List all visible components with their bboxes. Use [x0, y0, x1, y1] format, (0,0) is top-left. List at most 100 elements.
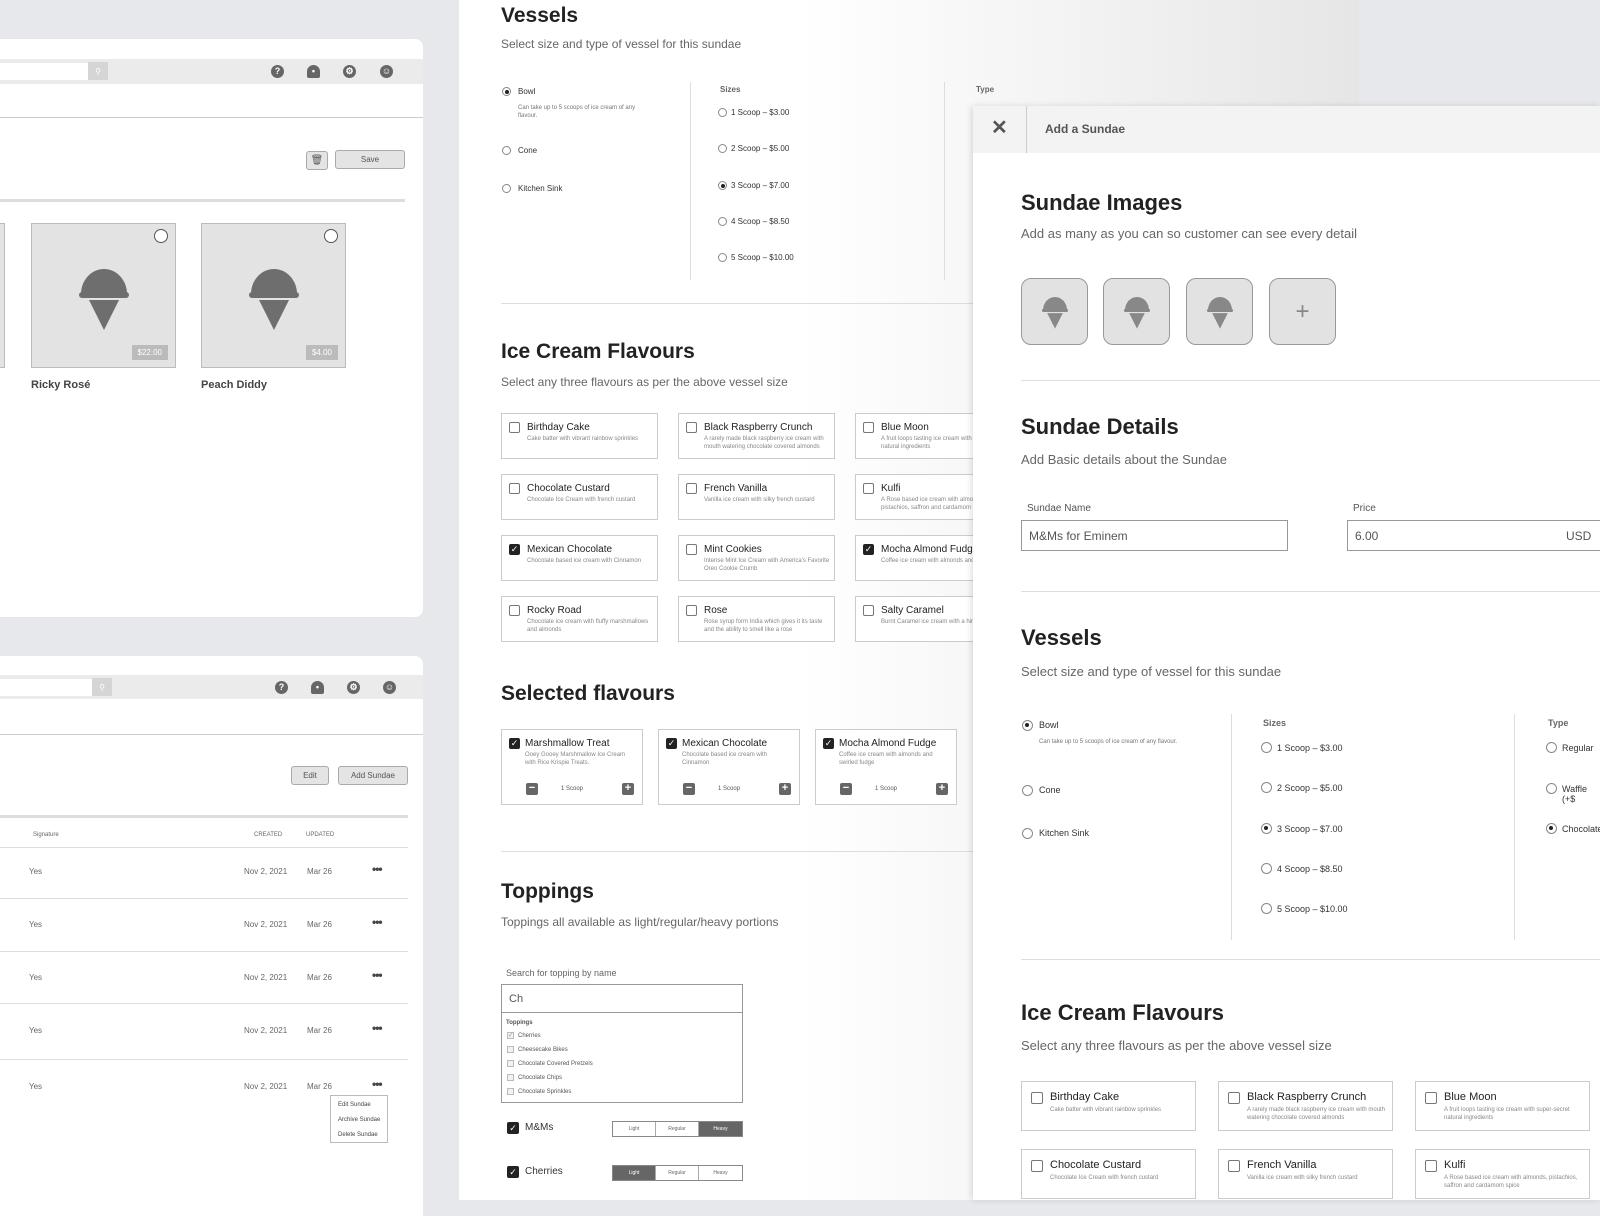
- search-input[interactable]: [0, 63, 88, 80]
- flavour-checkbox[interactable]: [686, 483, 697, 494]
- more-icon[interactable]: •••: [372, 1021, 383, 1035]
- sundae-name-input[interactable]: M&Ms for Eminem: [1021, 520, 1288, 551]
- save-button[interactable]: Save: [335, 150, 405, 169]
- portion-option[interactable]: Light: [613, 1166, 656, 1180]
- size-radio[interactable]: [718, 144, 727, 153]
- gear-icon[interactable]: ⚙: [347, 681, 360, 694]
- size-radio[interactable]: [718, 253, 727, 262]
- add-image-button[interactable]: +: [1269, 278, 1336, 345]
- flavour-checkbox[interactable]: [509, 422, 520, 433]
- flavour-card[interactable]: Kulfi A Rose based ice cream with almonds…: [1415, 1149, 1590, 1199]
- flavour-checkbox[interactable]: ✓: [509, 544, 520, 555]
- user-icon[interactable]: ☺: [380, 65, 393, 78]
- flavour-checkbox[interactable]: [1425, 1092, 1437, 1104]
- portion-option[interactable]: Light: [613, 1122, 656, 1136]
- flavour-checkbox[interactable]: [509, 605, 520, 616]
- flavour-checkbox[interactable]: [1228, 1092, 1240, 1104]
- flavour-card[interactable]: Mint Cookies Intense Mint Ice Cream with …: [678, 535, 835, 581]
- topping-checkbox[interactable]: ✓: [507, 1166, 519, 1178]
- portion-selector[interactable]: Light Regular Heavy: [612, 1121, 743, 1137]
- search-button[interactable]: ⚲: [92, 678, 112, 696]
- flavour-card[interactable]: Rocky Road Chocolate ice cream with fluff…: [501, 596, 658, 642]
- vessel-radio-kitchen-sink[interactable]: [1022, 828, 1033, 839]
- more-icon[interactable]: •••: [372, 968, 383, 982]
- portion-option[interactable]: Heavy: [699, 1166, 742, 1180]
- size-radio[interactable]: [1261, 903, 1272, 914]
- dropdown-checkbox[interactable]: [507, 1074, 514, 1081]
- size-radio[interactable]: [718, 181, 727, 190]
- edit-button[interactable]: Edit: [291, 766, 329, 785]
- type-radio-waffle[interactable]: [1546, 783, 1557, 794]
- flavour-checkbox[interactable]: [863, 483, 874, 494]
- topping-search-input[interactable]: Ch: [501, 984, 743, 1013]
- flavour-checkbox[interactable]: [686, 544, 697, 555]
- plus-button[interactable]: +: [936, 783, 948, 795]
- portion-option[interactable]: Regular: [656, 1166, 699, 1180]
- flavour-card[interactable]: French Vanilla Vanilla ice cream with sil…: [678, 474, 835, 520]
- portion-selector[interactable]: Light Regular Heavy: [612, 1165, 743, 1181]
- portion-option[interactable]: Regular: [656, 1122, 699, 1136]
- flavour-card[interactable]: Birthday Cake Cake batter with vibrant ra…: [501, 413, 658, 459]
- close-icon[interactable]: ✕: [991, 115, 1008, 140]
- sundae-card-2[interactable]: $4.00: [201, 223, 346, 368]
- flavour-checkbox[interactable]: ✓: [509, 738, 520, 749]
- menu-archive-sundae[interactable]: Archive Sundae: [338, 1117, 380, 1123]
- flavour-checkbox[interactable]: ✓: [823, 738, 834, 749]
- dropdown-checkbox[interactable]: [507, 1046, 514, 1053]
- flavour-checkbox[interactable]: [1228, 1160, 1240, 1172]
- image-thumb-3[interactable]: [1186, 278, 1253, 345]
- size-radio[interactable]: [1261, 742, 1272, 753]
- flavour-checkbox[interactable]: [509, 483, 520, 494]
- add-sundae-button[interactable]: Add Sundae: [338, 766, 408, 785]
- size-radio[interactable]: [1261, 823, 1272, 834]
- dropdown-option[interactable]: Chocolate Chips: [518, 1074, 562, 1082]
- portion-option[interactable]: Heavy: [699, 1122, 742, 1136]
- type-radio-regular[interactable]: [1546, 742, 1557, 753]
- flavour-checkbox[interactable]: [1031, 1160, 1043, 1172]
- sundae-card-1[interactable]: $22.00: [31, 223, 176, 368]
- select-radio[interactable]: [324, 229, 338, 243]
- select-radio[interactable]: [154, 229, 168, 243]
- flavour-card[interactable]: Chocolate Custard Chocolate Ice Cream wit…: [1021, 1149, 1196, 1199]
- plus-button[interactable]: +: [622, 783, 634, 795]
- size-radio[interactable]: [1261, 782, 1272, 793]
- flavour-card[interactable]: Rose Rose syrup form India which gives it…: [678, 596, 835, 642]
- flavour-checkbox[interactable]: [686, 605, 697, 616]
- flavour-checkbox[interactable]: ✓: [863, 544, 874, 555]
- flavour-card[interactable]: Birthday Cake Cake batter with vibrant ra…: [1021, 1081, 1196, 1131]
- vessel-radio-bowl[interactable]: [502, 87, 511, 96]
- bell-icon[interactable]: •: [307, 65, 320, 78]
- flavour-card[interactable]: Blue Moon A fruit loops tasting ice cream…: [1415, 1081, 1590, 1131]
- flavour-checkbox[interactable]: ✓: [666, 738, 677, 749]
- dropdown-option[interactable]: Chocolate Covered Pretzels: [518, 1060, 593, 1068]
- search-input[interactable]: [0, 679, 92, 696]
- vessel-radio-cone[interactable]: [1022, 785, 1033, 796]
- vessel-radio-cone[interactable]: [502, 146, 511, 155]
- more-icon[interactable]: •••: [372, 1077, 383, 1091]
- col-created[interactable]: CREATED: [254, 832, 282, 838]
- dropdown-option[interactable]: Cherries: [518, 1032, 541, 1040]
- flavour-checkbox[interactable]: [1425, 1160, 1437, 1172]
- flavour-checkbox[interactable]: [1031, 1092, 1043, 1104]
- menu-edit-sundae[interactable]: Edit Sundae: [338, 1102, 371, 1108]
- help-icon[interactable]: ?: [271, 65, 284, 78]
- dropdown-checkbox[interactable]: [507, 1088, 514, 1095]
- help-icon[interactable]: ?: [275, 681, 288, 694]
- flavour-card[interactable]: French Vanilla Vanilla ice cream with sil…: [1218, 1149, 1393, 1199]
- flavour-card[interactable]: Chocolate Custard Chocolate Ice Cream wit…: [501, 474, 658, 520]
- type-radio-chocolate[interactable]: [1546, 823, 1557, 834]
- topping-checkbox[interactable]: ✓: [507, 1122, 519, 1134]
- flavour-checkbox[interactable]: [863, 422, 874, 433]
- price-input[interactable]: 6.00: [1347, 520, 1600, 551]
- plus-button[interactable]: +: [779, 783, 791, 795]
- search-button[interactable]: ⚲: [88, 62, 108, 80]
- flavour-card[interactable]: Black Raspberry Crunch A rarely made blac…: [1218, 1081, 1393, 1131]
- size-radio[interactable]: [718, 108, 727, 117]
- currency-select[interactable]: USD: [1566, 529, 1591, 543]
- size-radio[interactable]: [1261, 863, 1272, 874]
- col-updated[interactable]: UPDATED: [306, 832, 334, 838]
- dropdown-option[interactable]: Chocolate Sprinkles: [518, 1088, 571, 1096]
- flavour-card[interactable]: Black Raspberry Crunch A rarely made blac…: [678, 413, 835, 459]
- image-thumb-2[interactable]: [1103, 278, 1170, 345]
- vessel-radio-kitchen-sink[interactable]: [502, 184, 511, 193]
